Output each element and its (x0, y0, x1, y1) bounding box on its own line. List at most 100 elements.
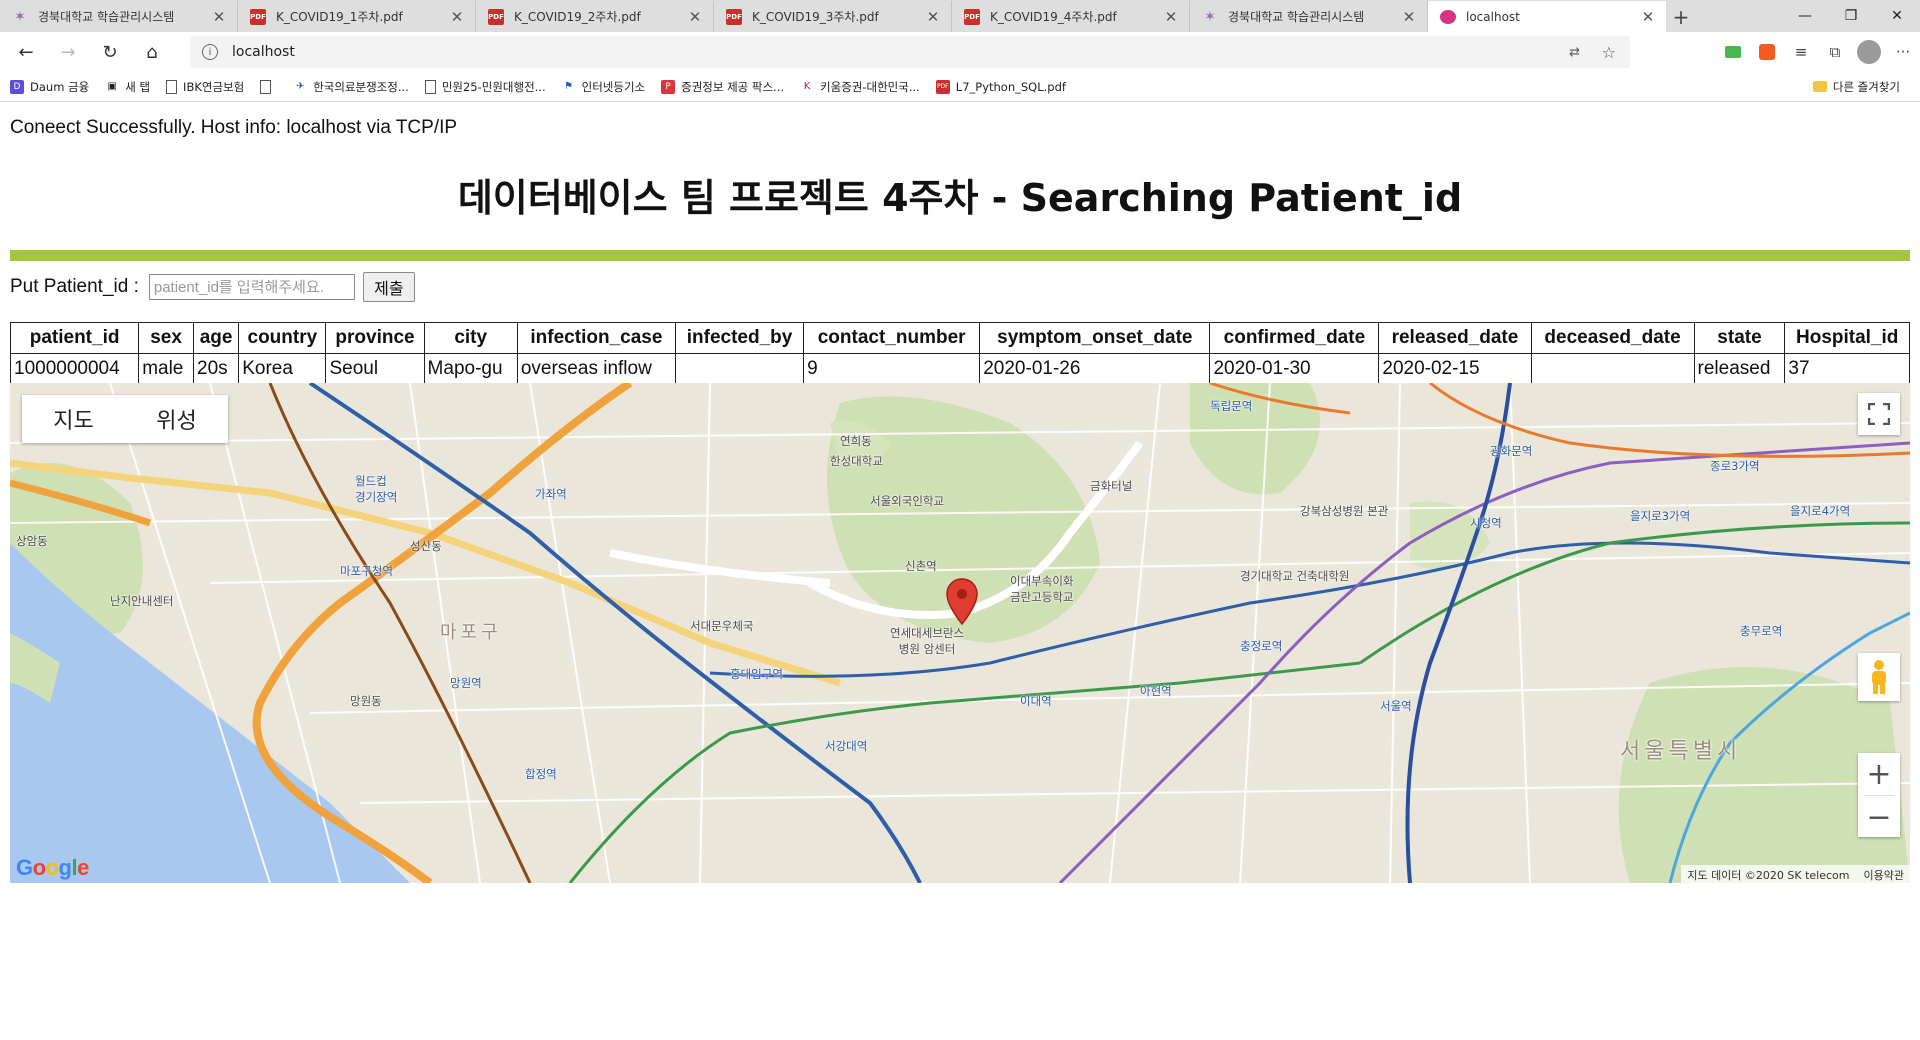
other-favorites-label: 다른 즐겨찾기 (1832, 79, 1900, 94)
google-map[interactable]: 서울특별시 마포구 연세대세브란스 병원 암센터 이대부속이화 금란고등학교 신… (10, 383, 1910, 883)
patient-id-input[interactable] (148, 274, 355, 300)
tab-title: K_COVID19_2주차.pdf (514, 10, 641, 24)
browser-tab[interactable]: PDF K_COVID19_1주차.pdf ✕ (238, 1, 476, 32)
bookmark-item[interactable]: ⚑ 인터넷등기소 (562, 79, 645, 95)
bookmark-label: IBK연금보험 (183, 79, 245, 94)
close-tab-icon[interactable]: ✕ (925, 8, 941, 26)
bookmark-label: 증권정보 제공 팍스... (681, 79, 785, 94)
bookmark-label: Daum 금융 (30, 79, 90, 94)
street-view-button[interactable] (1858, 653, 1900, 701)
browser-tab[interactable]: PDF K_COVID19_3주차.pdf ✕ (714, 1, 952, 32)
bookmark-label: 한국의료분쟁조정... (313, 79, 409, 94)
column-header: contact_number (803, 322, 981, 354)
table-row: 1000000004 male 20s Korea Seoul Mapo-gu … (9, 353, 1910, 384)
terms-link[interactable]: 이용약관 (1864, 867, 1904, 882)
table-cell: Korea (238, 353, 327, 384)
address-bar[interactable]: i localhost ⇄ ☆ (190, 36, 1630, 68)
table-cell (674, 353, 805, 384)
other-favorites-folder[interactable]: 다른 즐겨찾기 (1812, 79, 1900, 95)
site-info-icon[interactable]: i (202, 44, 218, 60)
pdf-favicon-icon: PDF (726, 8, 742, 25)
table-cell: 2020-02-15 (1378, 353, 1532, 384)
fullscreen-button[interactable] (1858, 393, 1900, 435)
bookmark-item[interactable]: ▣ 새 탭 (105, 79, 150, 95)
refresh-icon[interactable]: ↻ (94, 36, 126, 68)
zoom-out-button[interactable]: − (1858, 796, 1900, 838)
patient-table: patient_id sex age country province city… (9, 322, 1910, 384)
extension-green-icon[interactable] (1716, 32, 1750, 72)
new-tab-page-icon: ▣ (107, 81, 117, 92)
browser-tab-active[interactable]: localhost ✕ (1428, 1, 1666, 32)
bookmark-item[interactable]: K 키움증권-대한민국... (800, 79, 920, 95)
profile-avatar-icon[interactable] (1852, 32, 1886, 72)
browser-tab[interactable]: PDF K_COVID19_2주차.pdf ✕ (476, 1, 714, 32)
map-label-place: 강북삼성병원 본관 (1300, 504, 1389, 518)
map-label-station: 종로3가역 (1710, 459, 1760, 473)
browser-tab[interactable]: ✶ 경북대학교 학습관리시스템 ✕ (0, 1, 238, 32)
maximize-icon[interactable]: ❐ (1828, 0, 1874, 32)
map-type-control: 지도 위성 (22, 395, 228, 443)
close-tab-icon[interactable]: ✕ (687, 8, 703, 26)
map-label-station: 충정로역 (1240, 639, 1283, 653)
table-cell: 9 (803, 353, 981, 384)
bookmark-label: 인터넷등기소 (581, 79, 646, 94)
favorite-star-icon[interactable]: ☆ (1602, 43, 1616, 62)
extension-orange-icon[interactable] (1750, 32, 1784, 72)
location-pin-icon[interactable] (945, 578, 979, 626)
gov-emblem-icon: ✈ (296, 81, 305, 92)
table-cell (1530, 353, 1695, 384)
bookmark-item[interactable]: ✈ 한국의료분쟁조정... (293, 79, 409, 95)
search-form: Put Patient_id : 제출 (10, 271, 415, 303)
pdf-favicon-icon: PDF (250, 8, 266, 25)
collections-icon[interactable]: ⧉ (1818, 32, 1852, 72)
column-header: country (238, 322, 327, 354)
column-header: city (423, 322, 518, 354)
submit-button[interactable]: 제출 (362, 272, 415, 302)
browser-tab[interactable]: PDF K_COVID19_4주차.pdf ✕ (952, 1, 1190, 32)
tab-title: 경북대학교 학습관리시스템 (38, 10, 175, 24)
map-type-satellite-button[interactable]: 위성 (125, 395, 228, 443)
column-header: patient_id (9, 322, 140, 354)
back-icon[interactable]: ← (10, 36, 42, 68)
table-cell: male (138, 353, 194, 384)
map-label-station: 광화문역 (1490, 444, 1533, 458)
favorites-bar: D Daum 금융 ▣ 새 탭 IBK연금보험 ✈ 한국의료분쟁조정... 민원25-… (0, 72, 1920, 102)
map-label-station: 망원역 (450, 676, 482, 690)
close-tab-icon[interactable]: ✕ (1401, 8, 1417, 26)
column-header: sex (138, 322, 194, 354)
minimize-icon[interactable]: — (1782, 0, 1828, 32)
close-tab-icon[interactable]: ✕ (1640, 8, 1656, 26)
bookmark-item[interactable]: PDF L7_Python_SQL.pdf (935, 79, 1066, 94)
map-label-station: 을지로4가역 (1790, 504, 1851, 518)
close-tab-icon[interactable]: ✕ (1163, 8, 1179, 26)
browser-tab[interactable]: ✶ 경북대학교 학습관리시스템 ✕ (1190, 1, 1428, 32)
tab-title: 경북대학교 학습관리시스템 (1228, 10, 1365, 24)
bookmark-item[interactable]: P 증권정보 제공 팍스... (661, 79, 784, 95)
close-window-icon[interactable]: ✕ (1874, 0, 1920, 32)
forward-icon[interactable]: → (52, 36, 84, 68)
pegman-icon (1872, 660, 1886, 694)
favorites-list-icon[interactable]: ≡ (1784, 32, 1818, 72)
map-label-place: 난지안내센터 (110, 594, 174, 608)
table-cell: 1000000004 (9, 353, 140, 384)
close-tab-icon[interactable]: ✕ (449, 8, 465, 26)
bookmark-item[interactable]: D Daum 금융 (10, 79, 89, 95)
column-header: Hospital_id (1784, 322, 1910, 354)
map-label-station: 충무로역 (1740, 624, 1783, 638)
home-icon[interactable]: ⌂ (136, 36, 168, 68)
tab-title: K_COVID19_3주차.pdf (752, 10, 879, 24)
map-type-map-button[interactable]: 지도 (22, 395, 125, 443)
map-label-station: 서강대역 (825, 739, 868, 753)
bookmark-item[interactable]: IBK연금보험 (166, 79, 244, 95)
more-menu-icon[interactable]: ··· (1886, 32, 1920, 72)
bookmark-item[interactable]: 민원25-민원대행전... (424, 79, 546, 95)
map-label-place: 금화터널 (1090, 479, 1133, 493)
translate-icon[interactable]: ⇄ (1569, 45, 1580, 60)
google-logo[interactable]: Google (16, 855, 89, 881)
edge-favicon-icon (1440, 9, 1456, 24)
zoom-in-button[interactable]: + (1858, 753, 1900, 795)
close-tab-icon[interactable]: ✕ (211, 8, 227, 26)
new-tab-button[interactable]: + (1666, 1, 1696, 32)
tab-title: K_COVID19_4주차.pdf (990, 10, 1117, 24)
bookmark-item[interactable] (260, 79, 277, 94)
